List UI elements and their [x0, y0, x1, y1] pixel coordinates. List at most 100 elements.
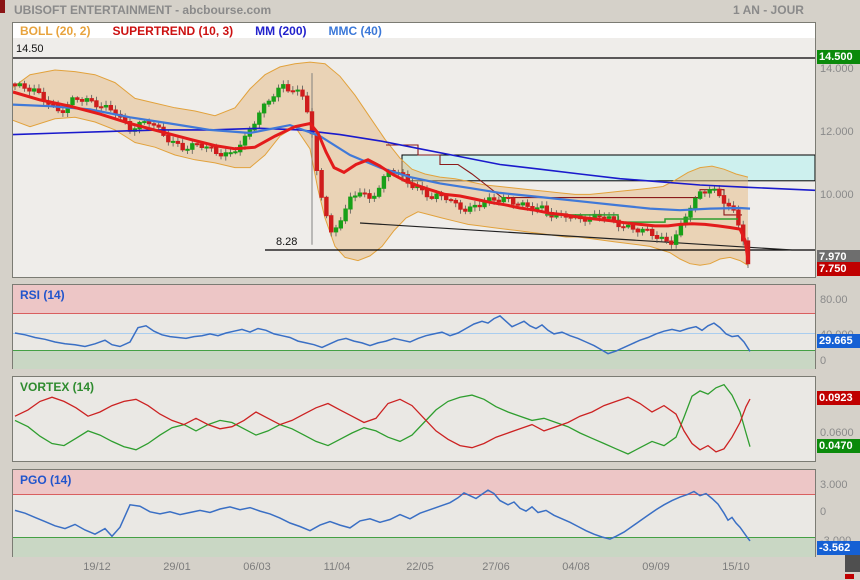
corner-artifact — [0, 0, 5, 13]
candle-up — [243, 136, 246, 145]
vortex-value-badge: 0.0923 — [817, 391, 860, 405]
date-tick: 11/04 — [324, 561, 351, 573]
candle-up — [277, 88, 280, 97]
candle-down — [449, 200, 452, 201]
candle-down — [512, 198, 515, 204]
bottom-right-artifact — [845, 553, 860, 572]
chart-page: { "header": { "title": "UBISOFT ENTERTAI… — [0, 0, 860, 580]
candle-down — [152, 124, 155, 125]
candle-down — [368, 194, 371, 199]
candle-down — [157, 125, 160, 127]
rsi-axis-label: 0 — [820, 355, 826, 367]
candle-down — [219, 154, 222, 156]
pgo-axis-label: 3.000 — [820, 479, 848, 491]
candle-up — [272, 97, 275, 101]
candle-up — [713, 189, 716, 190]
legend-item-2: MM (200) — [255, 24, 306, 38]
candle-down — [95, 101, 98, 107]
candle-up — [296, 90, 299, 91]
main-value-badge: 7.750 — [817, 262, 860, 276]
resistance-level-label: 14.50 — [16, 43, 44, 55]
candle-up — [349, 197, 352, 209]
date-tick: 19/12 — [83, 561, 111, 573]
candle-down — [459, 203, 462, 209]
candle-down — [61, 111, 64, 113]
date-tick: 09/09 — [642, 561, 670, 573]
candle-up — [334, 228, 337, 232]
candle-down — [425, 190, 428, 197]
candle-down — [670, 241, 673, 244]
candle-down — [147, 122, 150, 124]
pgo-chart-svg — [13, 470, 815, 556]
rsi-chart-svg — [13, 285, 815, 368]
candle-down — [722, 196, 725, 204]
candle-down — [37, 89, 40, 93]
legend-item-1: SUPERTREND (10, 3) — [112, 24, 233, 38]
candle-down — [703, 192, 706, 193]
candle-up — [483, 202, 486, 206]
candle-up — [698, 192, 701, 198]
candle-down — [363, 193, 366, 194]
candle-up — [205, 147, 208, 148]
candle-up — [708, 190, 711, 194]
candle-up — [521, 203, 524, 205]
candle-down — [23, 84, 26, 88]
candle-down — [636, 229, 639, 232]
main-axis-label: 12.000 — [820, 126, 854, 138]
candle-down — [464, 209, 467, 211]
candle-down — [176, 141, 179, 143]
date-tick: 06/03 — [243, 561, 271, 573]
candle-up — [641, 229, 644, 232]
rsi-value-badge: 29.665 — [817, 334, 860, 348]
candle-up — [354, 196, 357, 197]
candle-down — [631, 225, 634, 229]
candle-down — [291, 91, 294, 92]
candle-up — [186, 149, 189, 150]
date-tick: 04/08 — [562, 561, 590, 573]
bottom-right-artifact-red — [845, 574, 854, 579]
candle-up — [171, 141, 174, 142]
vortex-line-minus — [15, 397, 750, 452]
candle-up — [660, 237, 663, 238]
candle-up — [435, 194, 438, 199]
candle-up — [694, 198, 697, 208]
candle-down — [167, 135, 170, 142]
candle-down — [200, 144, 203, 147]
candle-up — [627, 225, 630, 227]
vortex-chart-svg — [13, 377, 815, 461]
candle-down — [13, 84, 16, 86]
candle-down — [109, 106, 112, 110]
candle-down — [90, 99, 93, 101]
candle-up — [339, 221, 342, 228]
candle-up — [267, 101, 270, 104]
candle-up — [540, 206, 543, 208]
pgo-axis-label: 0 — [820, 506, 826, 518]
candle-up — [282, 85, 285, 89]
candle-up — [382, 177, 385, 189]
candle-up — [258, 113, 261, 124]
candle-down — [320, 171, 323, 198]
candle-down — [100, 107, 103, 108]
candle-up — [85, 99, 88, 102]
pgo-line — [15, 490, 750, 541]
candle-up — [468, 207, 471, 211]
candle-up — [234, 152, 237, 153]
candle-up — [33, 89, 36, 91]
candle-up — [607, 217, 610, 219]
candle-down — [330, 216, 333, 232]
candle-down — [507, 198, 510, 199]
legend-item-0: BOLL (20, 2) — [20, 24, 90, 38]
candle-down — [430, 197, 433, 199]
candle-up — [224, 153, 227, 156]
candle-up — [71, 98, 74, 105]
candle-down — [445, 196, 448, 200]
candle-down — [655, 236, 658, 239]
candle-down — [315, 134, 318, 171]
pgo-title: PGO (14) — [20, 473, 71, 487]
candle-down — [665, 237, 668, 241]
period-label: 1 AN - JOUR — [733, 3, 804, 17]
candle-down — [727, 203, 730, 206]
support-level-label: 8.28 — [276, 236, 297, 248]
main-value-badge: 14.500 — [817, 50, 860, 64]
candle-down — [80, 100, 83, 102]
